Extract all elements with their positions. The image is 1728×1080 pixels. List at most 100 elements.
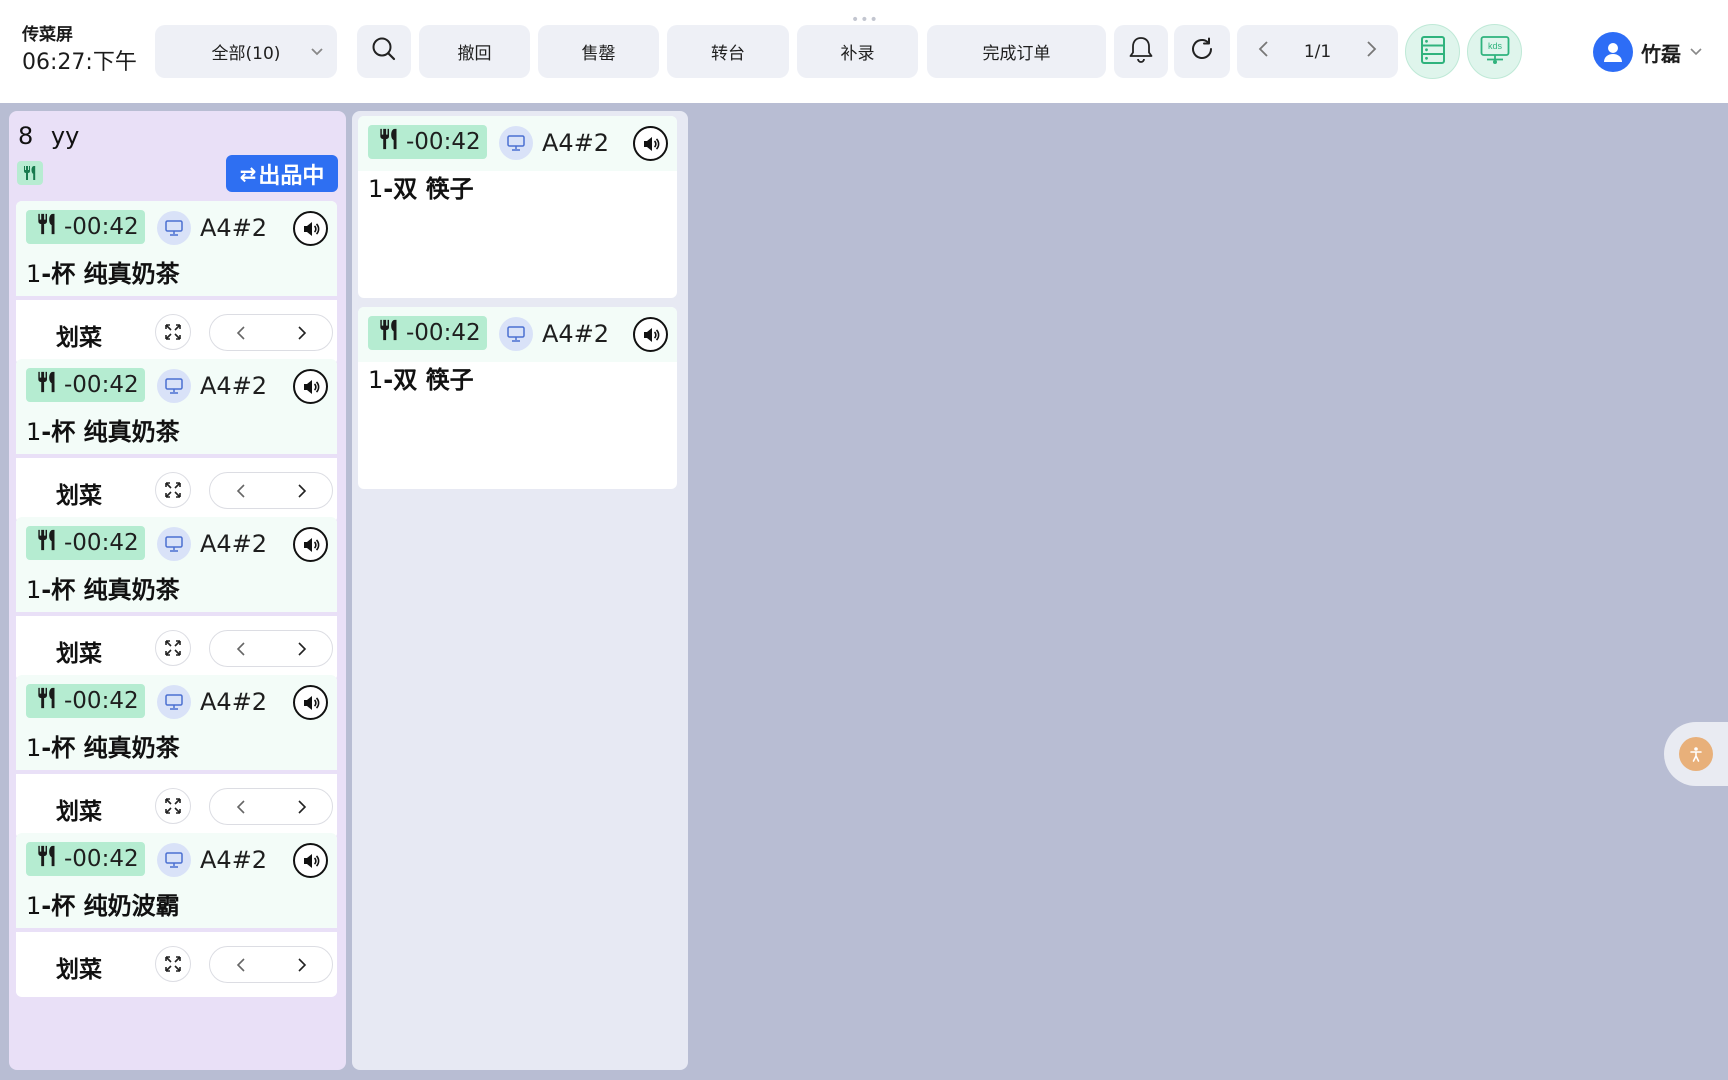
dish-unit: -杯 [41, 418, 76, 446]
speaker-button[interactable] [293, 685, 328, 720]
timer-badge: -00:42 [26, 526, 145, 560]
page-indicator: 1/1 [1303, 41, 1332, 62]
mark-dish-button[interactable]: 划菜 [56, 318, 102, 352]
table-number: A4#2 [542, 129, 610, 157]
order-item-card: -00:42 A4#2 1-杯 纯真奶茶 划菜 [16, 201, 337, 365]
top-bar: ••• 传菜屏 06:27:下午 全部(10) 撤回 售罄 转台 补录 完成订单… [0, 0, 1728, 103]
speaker-icon [303, 379, 319, 394]
dish-line: 1-杯 纯奶波霸 [16, 888, 337, 928]
prev-item-icon[interactable] [235, 325, 247, 341]
fork-knife-icon [34, 527, 60, 559]
speaker-icon [643, 327, 659, 342]
drag-handle-icon[interactable]: ••• [851, 13, 879, 27]
dish-unit: -双 [383, 366, 418, 394]
next-item-icon[interactable] [296, 799, 308, 815]
accessibility-button[interactable] [1664, 722, 1728, 786]
timer-badge: -00:42 [26, 368, 145, 402]
sold-out-button[interactable]: 售罄 [538, 25, 659, 78]
expand-button[interactable] [155, 946, 191, 982]
item-nav [209, 630, 333, 667]
fork-knife-icon [34, 685, 60, 717]
timer-badge: -00:42 [26, 210, 145, 244]
item-nav [209, 788, 333, 825]
expand-button[interactable] [155, 314, 191, 350]
order-number-and-name: 8 yy [18, 122, 79, 150]
fork-knife-icon [34, 843, 60, 875]
timer-value: -00:42 [64, 214, 139, 240]
speaker-button[interactable] [293, 211, 328, 246]
order-filter-select[interactable]: 全部(10) [155, 25, 337, 78]
dish-name: 纯真奶茶 [83, 734, 180, 762]
dish-quantity: 1 [368, 175, 384, 203]
expand-button[interactable] [155, 472, 191, 508]
expand-button[interactable] [155, 788, 191, 824]
speaker-button[interactable] [633, 317, 668, 352]
search-button[interactable] [357, 25, 411, 78]
speaker-button[interactable] [293, 843, 328, 878]
dish-name: 筷子 [425, 366, 474, 394]
speaker-icon [303, 537, 319, 552]
pos-terminal-icon [157, 369, 191, 403]
timer-value: -00:42 [406, 320, 481, 346]
expand-icon [165, 640, 181, 656]
timer-badge: -00:42 [368, 316, 487, 350]
timer-badge: -00:42 [26, 684, 145, 718]
mark-dish-button[interactable]: 划菜 [56, 792, 102, 826]
order-status-label: 出品中 [258, 163, 325, 189]
speaker-button[interactable] [293, 369, 328, 404]
notification-button[interactable] [1114, 25, 1168, 78]
order-item-card: -00:42 A4#2 1-双 筷子 [358, 307, 677, 489]
layout-toggle-button[interactable] [1405, 24, 1460, 79]
order-column: 8 yy ⇄ 出品中 -00:42 A4#2 1-杯 纯真奶茶 划菜 -00:4… [9, 111, 346, 1070]
server-list-icon [1420, 35, 1446, 69]
dish-unit: -杯 [41, 576, 76, 604]
dish-line: 1-杯 纯真奶茶 [16, 572, 337, 612]
mark-dish-button[interactable]: 划菜 [56, 476, 102, 510]
speaker-button[interactable] [293, 527, 328, 562]
prev-item-icon[interactable] [235, 957, 247, 973]
speaker-icon [643, 136, 659, 151]
complete-order-button[interactable]: 完成订单 [927, 25, 1106, 78]
dish-name: 纯真奶茶 [83, 260, 180, 288]
prev-item-icon[interactable] [235, 483, 247, 499]
mark-dish-button[interactable]: 划菜 [56, 950, 102, 984]
order-column-2: -00:42 A4#2 1-双 筷子 -00:42 A4#2 1-双 筷子 [352, 111, 688, 1070]
next-item-icon[interactable] [296, 957, 308, 973]
refresh-button[interactable] [1174, 25, 1230, 78]
order-status-button[interactable]: ⇄ 出品中 [226, 155, 338, 192]
next-item-icon[interactable] [296, 483, 308, 499]
transfer-table-button[interactable]: 转台 [667, 25, 789, 78]
table-number: A4#2 [200, 372, 268, 400]
expand-icon [165, 956, 181, 972]
speaker-icon [303, 695, 319, 710]
timer-badge: -00:42 [368, 125, 487, 159]
next-item-icon[interactable] [296, 641, 308, 657]
dish-name: 筷子 [425, 175, 474, 203]
prev-page-icon[interactable] [1257, 40, 1271, 63]
next-page-icon[interactable] [1364, 40, 1378, 63]
dish-quantity: 1 [26, 734, 42, 762]
dish-unit: -双 [383, 175, 418, 203]
user-menu[interactable]: 竹磊 [1593, 31, 1703, 73]
swap-icon: ⇄ [239, 161, 257, 186]
undo-button[interactable]: 撤回 [419, 25, 530, 78]
screen-title: 传菜屏 [22, 25, 73, 45]
pos-terminal-icon [499, 317, 533, 351]
accessibility-icon [1679, 737, 1713, 771]
expand-icon [165, 324, 181, 340]
item-nav [209, 472, 333, 509]
next-item-icon[interactable] [296, 325, 308, 341]
dish-quantity: 1 [26, 260, 42, 288]
expand-button[interactable] [155, 630, 191, 666]
dish-unit: -杯 [41, 734, 76, 762]
mark-dish-button[interactable]: 划菜 [56, 634, 102, 668]
supplement-entry-button[interactable]: 补录 [797, 25, 918, 78]
prev-item-icon[interactable] [235, 641, 247, 657]
fork-knife-icon [34, 211, 60, 243]
speaker-button[interactable] [633, 126, 668, 161]
pos-terminal-icon [157, 527, 191, 561]
kds-button[interactable]: kds [1467, 24, 1522, 79]
search-icon [371, 36, 397, 67]
speaker-icon [303, 853, 319, 868]
prev-item-icon[interactable] [235, 799, 247, 815]
